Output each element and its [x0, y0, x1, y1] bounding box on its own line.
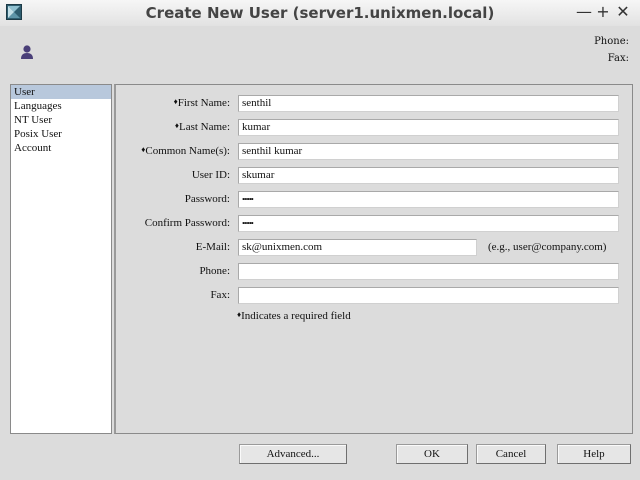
confirm-password-row: Confirm Password: [116, 214, 230, 234]
phone-field[interactable] [238, 263, 619, 280]
first-name-field[interactable]: senthil [238, 95, 619, 112]
email-label: E-Mail: [195, 241, 230, 253]
sidebar-item-user[interactable]: User [11, 85, 111, 99]
sidebar-item-languages[interactable]: Languages [11, 99, 111, 113]
email-row: E-Mail: [116, 238, 230, 258]
user-icon [21, 45, 33, 59]
window-title: Create New User (server1.unixmen.local) [145, 4, 495, 22]
sidebar-item-nt-user[interactable]: NT User [11, 113, 111, 127]
header-fax-label: Fax: [607, 53, 629, 64]
user-id-row: User ID: [116, 166, 230, 186]
user-id-label: User ID: [191, 169, 230, 181]
last-name-row: ♦Last Name: [116, 118, 230, 138]
phone-row: Phone: [116, 262, 230, 282]
fax-row: Fax: [116, 286, 230, 306]
confirm-password-label: Confirm Password: [144, 217, 230, 229]
minimize-button[interactable]: — [574, 2, 594, 22]
last-name-field[interactable]: kumar [238, 119, 619, 136]
common-name-field[interactable]: senthil kumar [238, 143, 619, 160]
email-field[interactable]: sk@unixmen.com [238, 239, 477, 256]
ok-button[interactable]: OK [396, 444, 468, 464]
confirm-password-field[interactable]: •••••• [238, 215, 619, 232]
user-form-panel: ♦First Name: senthil ♦Last Name: kumar ♦… [114, 84, 633, 434]
required-field-note: ♦Indicates a required field [237, 310, 351, 322]
sidebar-item-posix-user[interactable]: Posix User [11, 127, 111, 141]
help-button[interactable]: Help [557, 444, 631, 464]
common-name-label: ♦Common Name(s): [141, 145, 230, 157]
cancel-button[interactable]: Cancel [476, 444, 546, 464]
header-phone-label: Phone: [594, 36, 629, 47]
common-name-row: ♦Common Name(s): [116, 142, 230, 162]
header-area: Phone: Fax: [0, 26, 640, 82]
close-button[interactable]: ✕ [613, 2, 633, 22]
last-name-label: ♦Last Name: [174, 121, 230, 133]
user-id-field[interactable]: skumar [238, 167, 619, 184]
password-field[interactable]: •••••• [238, 191, 619, 208]
title-bar[interactable]: Create New User (server1.unixmen.local) … [0, 0, 640, 27]
first-name-row: ♦First Name: [116, 94, 230, 114]
sidebar-list[interactable]: User Languages NT User Posix User Accoun… [10, 84, 112, 434]
maximize-button[interactable]: + [593, 2, 613, 22]
fax-field[interactable] [238, 287, 619, 304]
password-label: Password: [184, 193, 230, 205]
password-row: Password: [116, 190, 230, 210]
first-name-label: ♦First Name: [173, 97, 230, 109]
email-hint: (e.g., user@company.com) [488, 241, 607, 253]
advanced-button[interactable]: Advanced... [239, 444, 347, 464]
sidebar-item-account[interactable]: Account [11, 141, 111, 155]
fax-label: Fax: [210, 289, 230, 301]
phone-label: Phone: [199, 265, 230, 277]
